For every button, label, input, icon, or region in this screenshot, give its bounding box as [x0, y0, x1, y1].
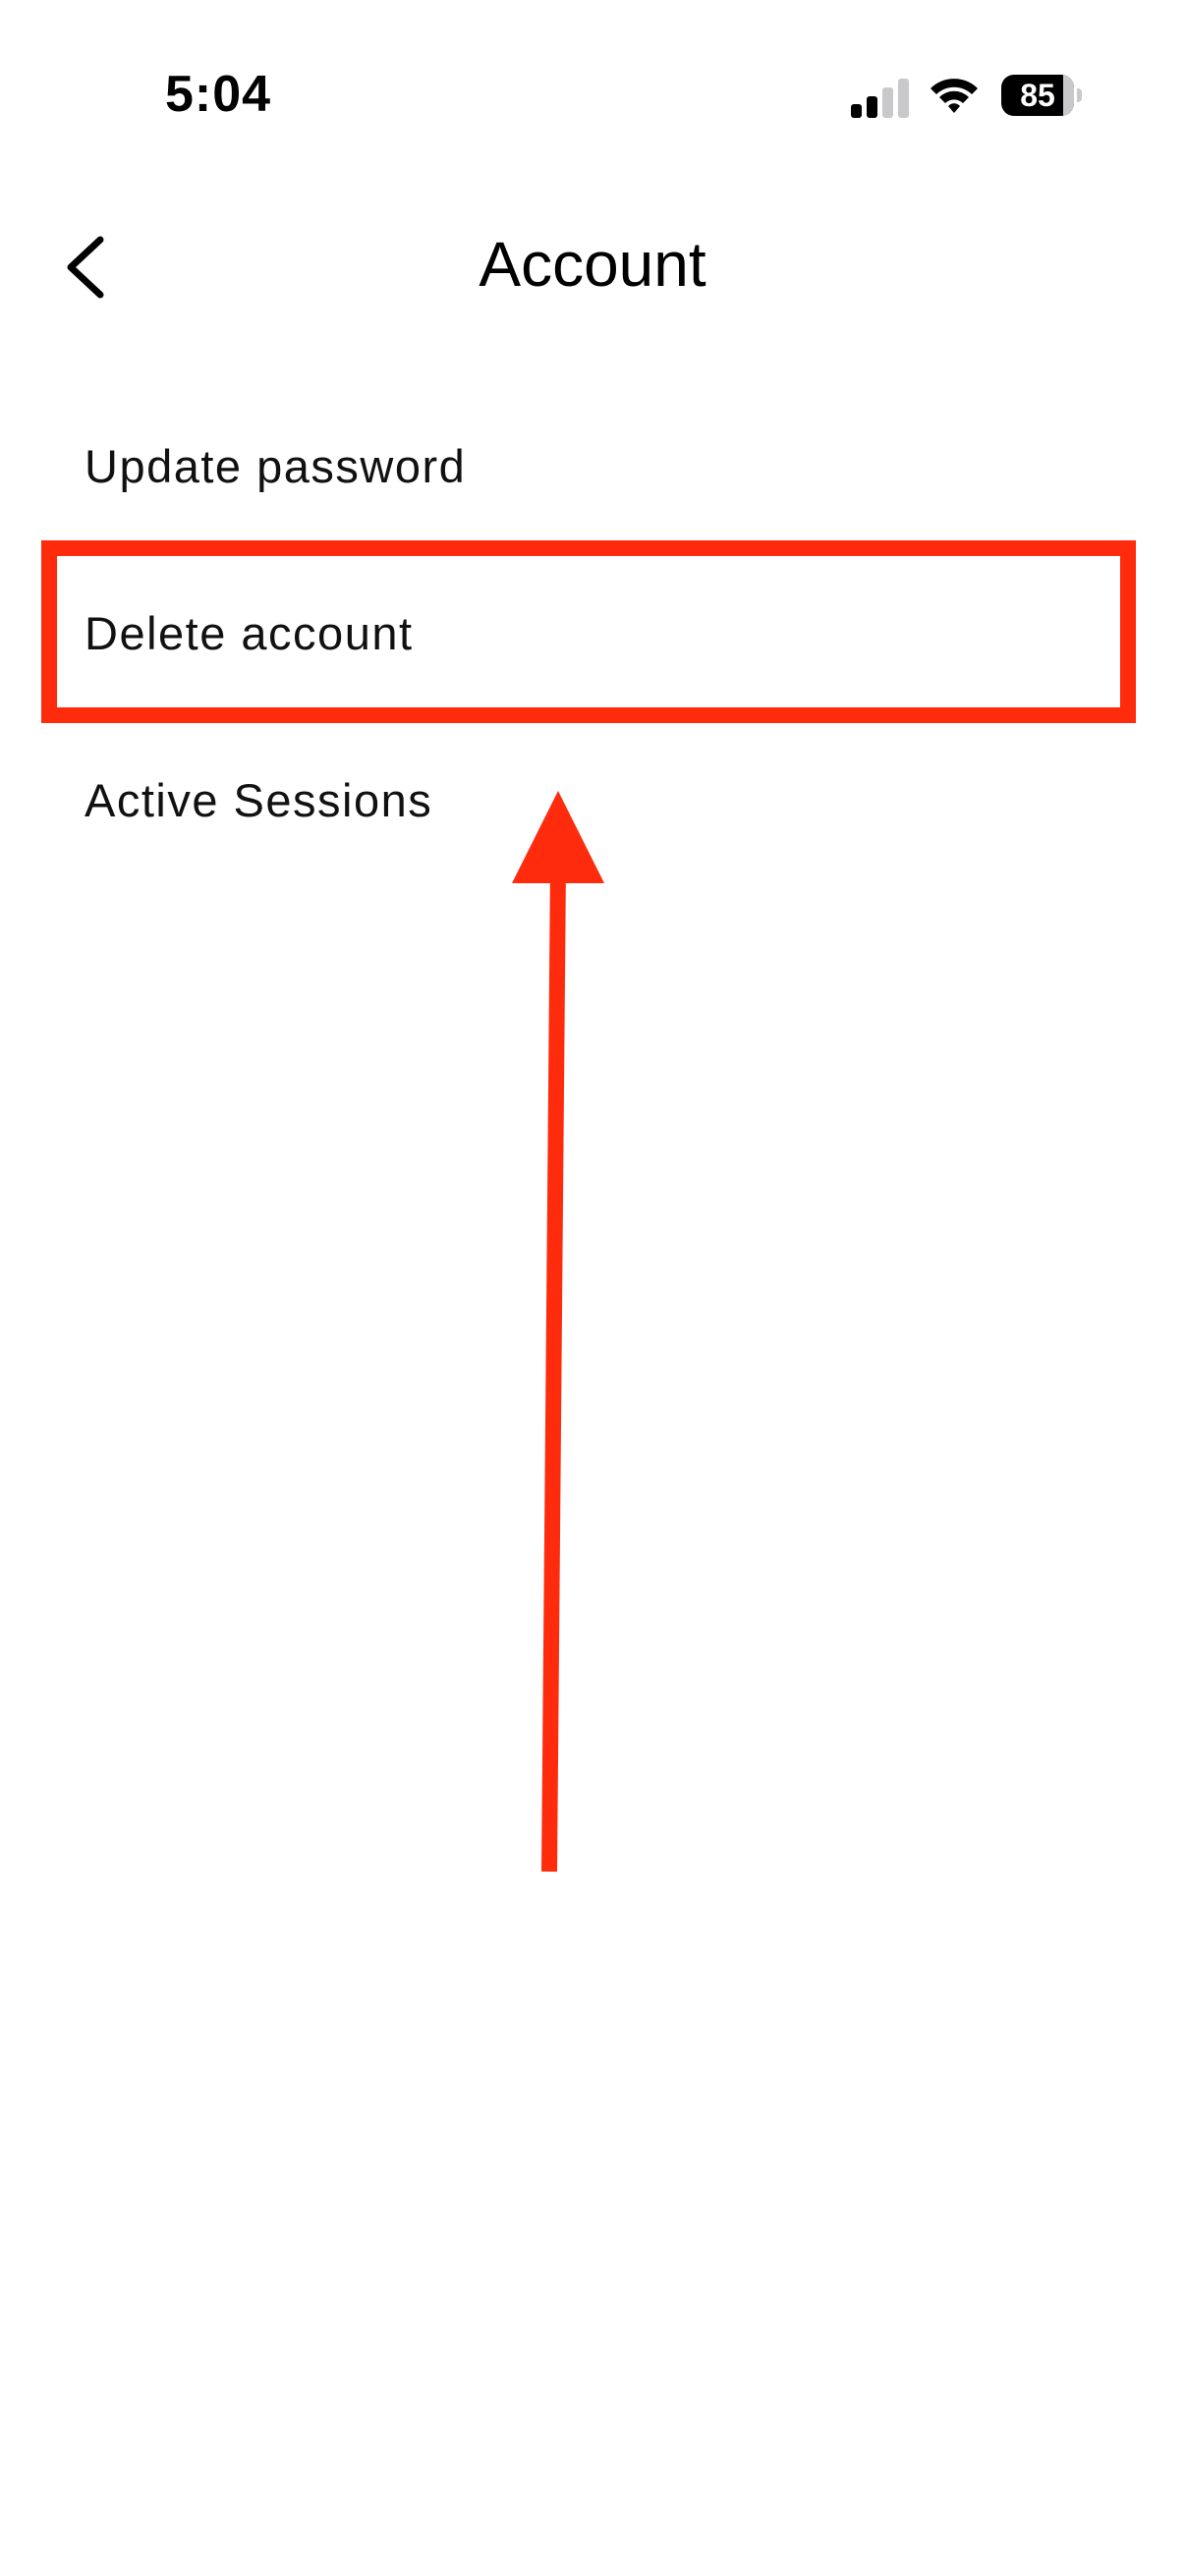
status-time: 5:04: [165, 66, 272, 123]
arrow-up-icon: [512, 791, 604, 1873]
battery-percent: 85: [1020, 78, 1055, 113]
menu-item-active-sessions[interactable]: Active Sessions: [85, 752, 1087, 850]
battery-body: 85: [1001, 75, 1074, 116]
page-title: Account: [479, 229, 706, 300]
battery-cap: [1077, 88, 1082, 102]
menu-item-delete-account[interactable]: Delete account: [85, 585, 1087, 683]
wifi-icon: [931, 79, 978, 113]
status-bar: 5:04 85: [0, 0, 1185, 196]
menu-item-update-password[interactable]: Update password: [85, 418, 1087, 516]
signal-icon: [851, 79, 909, 118]
battery-icon: 85: [1001, 75, 1082, 116]
